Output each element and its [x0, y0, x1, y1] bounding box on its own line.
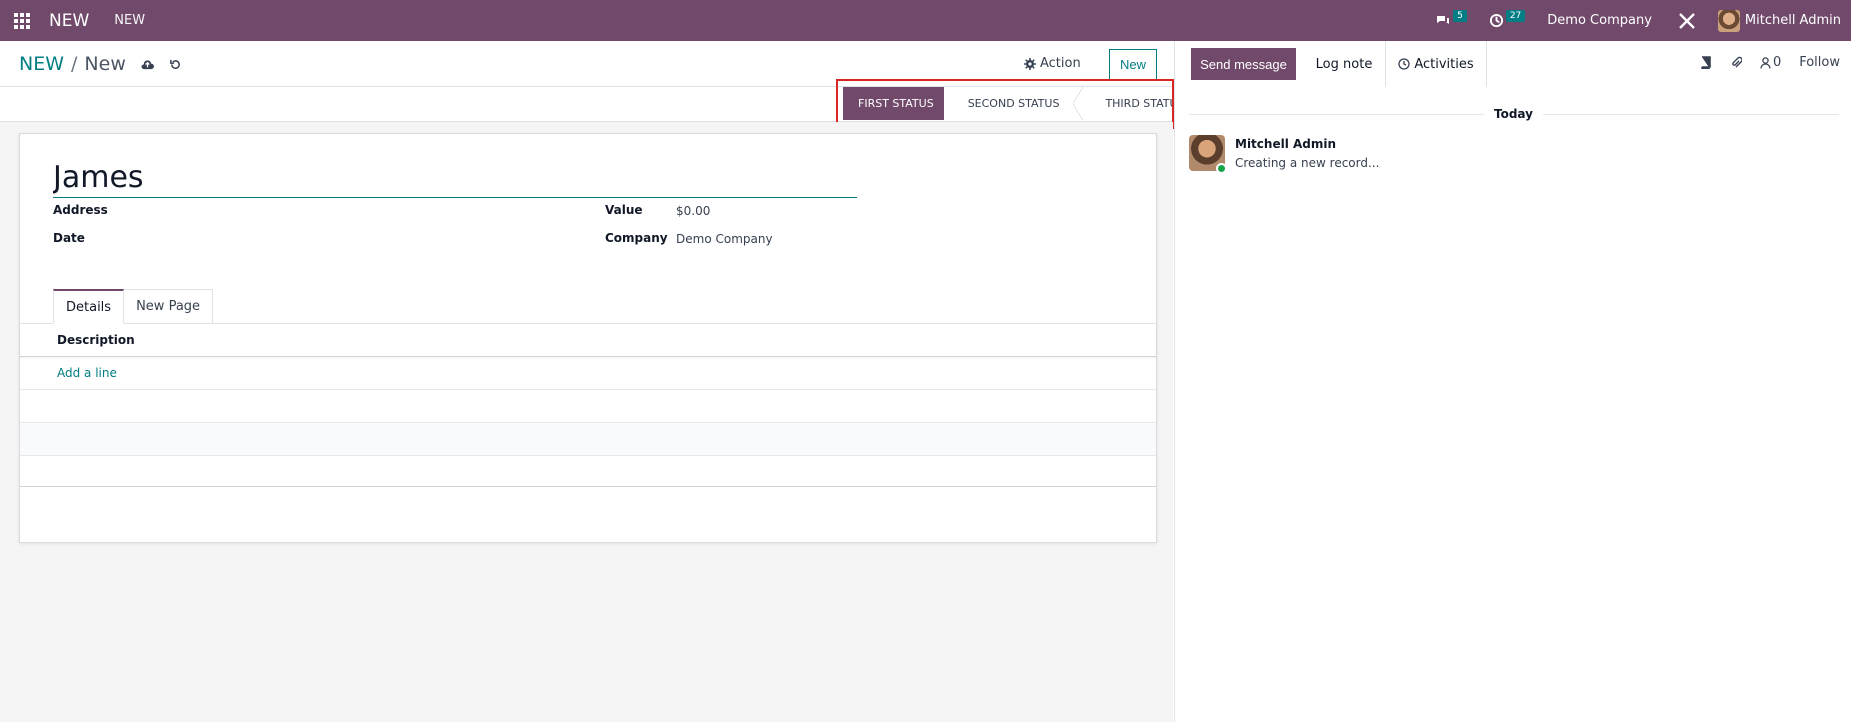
company-field[interactable]: Demo Company — [676, 232, 773, 246]
debug-tools-button[interactable] — [1678, 12, 1696, 30]
send-message-button[interactable]: Send message — [1191, 48, 1296, 80]
breadcrumb-separator: / — [71, 53, 78, 75]
address-label: Address — [53, 203, 108, 217]
tools-icon — [1679, 12, 1695, 29]
paperclip-icon[interactable] — [1730, 56, 1742, 70]
breadcrumb-parent[interactable]: NEW — [19, 53, 64, 75]
apps-menu-icon[interactable] — [14, 12, 30, 29]
breadcrumb: NEW / New — [19, 53, 182, 75]
tab-new-page[interactable]: New Page — [124, 289, 214, 324]
user-avatar — [1717, 9, 1740, 32]
table-row — [20, 454, 1156, 487]
add-line-link[interactable]: Add a line — [57, 366, 117, 380]
app-brand[interactable]: NEW — [49, 11, 89, 31]
table-row — [20, 390, 1156, 423]
table-row: Add a line — [20, 357, 1156, 390]
activities-label: Activities — [1414, 56, 1474, 72]
activities-button[interactable]: 27 — [1489, 9, 1526, 28]
followers-count: 0 — [1772, 55, 1782, 70]
today-label: Today — [1484, 107, 1543, 121]
name-input[interactable] — [53, 158, 857, 198]
chat-icon — [1437, 15, 1450, 24]
date-separator: Today — [1175, 107, 1851, 121]
clock-icon — [1398, 58, 1410, 70]
date-label: Date — [53, 231, 85, 245]
chatter-topbar: Send message Log note Activities 0 Follo… — [1175, 41, 1851, 87]
navbar-systray: 5 27 Demo Company Mitchell Admin — [1435, 0, 1851, 41]
table-row — [20, 423, 1156, 456]
user-icon — [1760, 56, 1771, 69]
discard-undo-icon[interactable] — [169, 58, 182, 71]
menu-item-new[interactable]: NEW — [114, 13, 145, 28]
breadcrumb-current: New — [84, 53, 126, 75]
top-navbar: NEW NEW 5 27 Demo Company Mitchell Admin — [0, 0, 1851, 41]
message-author[interactable]: Mitchell Admin — [1235, 137, 1336, 151]
table-end — [20, 486, 1156, 487]
tab-details[interactable]: Details — [53, 289, 125, 324]
action-menu-button[interactable]: Action — [1024, 56, 1081, 71]
messaging-button[interactable]: 5 — [1435, 9, 1467, 28]
form-sheet: Address Date Value $0.00 Company Demo Co… — [19, 133, 1157, 543]
online-status-dot — [1216, 163, 1227, 174]
clock-icon — [1489, 13, 1503, 28]
message-body: Creating a new record... — [1235, 156, 1380, 170]
user-menu[interactable]: Mitchell Admin — [1717, 9, 1841, 32]
gear-icon — [1024, 57, 1036, 70]
user-name: Mitchell Admin — [1744, 13, 1841, 28]
notebook-tabs: Details New Page — [53, 289, 214, 324]
book-icon[interactable] — [1700, 56, 1712, 69]
activities-button[interactable]: Activities — [1385, 41, 1487, 87]
save-cloud-icon[interactable] — [140, 59, 155, 70]
action-label: Action — [1040, 56, 1081, 71]
chatter-tools: 0 Follow — [1682, 55, 1840, 70]
followers-button[interactable]: 0 — [1760, 55, 1781, 70]
new-record-button[interactable]: New — [1109, 49, 1157, 80]
table-header: Description — [20, 324, 1156, 357]
column-description[interactable]: Description — [57, 333, 135, 347]
value-label: Value — [605, 203, 643, 217]
messages-badge: 5 — [1453, 9, 1467, 22]
company-label: Company — [605, 231, 668, 245]
activities-badge: 27 — [1505, 9, 1526, 22]
log-note-button[interactable]: Log note — [1303, 48, 1385, 80]
chatter-panel: Send message Log note Activities 0 Follo… — [1174, 41, 1851, 722]
company-switcher[interactable]: Demo Company — [1547, 13, 1652, 28]
value-field[interactable]: $0.00 — [676, 204, 710, 218]
follow-button[interactable]: Follow — [1799, 55, 1840, 70]
